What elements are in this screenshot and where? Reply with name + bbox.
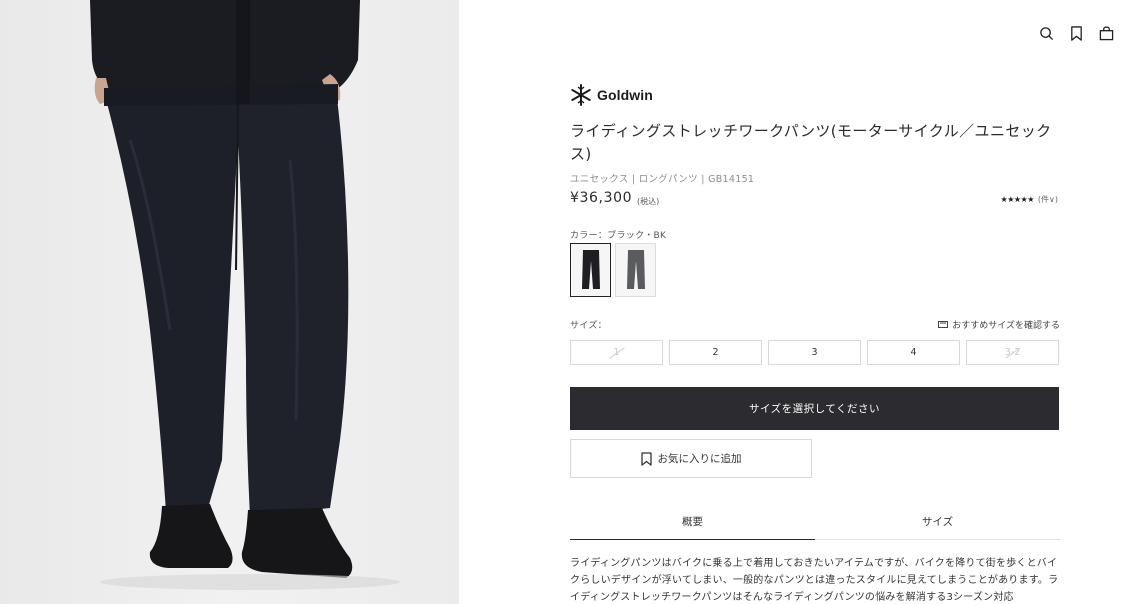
size-option-3-2[interactable]: 3-2: [966, 340, 1059, 365]
header-icons: [1037, 24, 1115, 42]
brand-name: Goldwin: [597, 87, 653, 103]
ruler-icon: [938, 321, 949, 328]
shopping-bag-icon[interactable]: [1097, 24, 1115, 42]
rating-count: (件∨): [1037, 195, 1058, 204]
size-options: 1 2 3 4 3-2: [570, 340, 1059, 365]
product-meta: ユニセックス | ロングパンツ | GB14151: [570, 174, 755, 185]
product-description: ライディングパンツはバイクに乗る上で着用しておきたいアイテムですが、バイクを降り…: [570, 558, 1059, 603]
snowflake-logo-icon: [571, 84, 591, 106]
brand-logo[interactable]: Goldwin: [570, 84, 653, 106]
favorite-label: お気に入りに追加: [657, 453, 742, 465]
color-swatch-black[interactable]: [570, 243, 611, 297]
product-title: ライディングストレッチワークパンツ(モーターサイクル／ユニセックス): [570, 122, 1052, 163]
size-guide-label: おすすめサイズを確認する: [952, 321, 1060, 331]
price-row: ¥36,300 (税込) ★★★★★ (件∨): [570, 190, 1060, 210]
color-swatch-gray[interactable]: [615, 243, 656, 297]
size-guide-link[interactable]: おすすめサイズを確認する: [938, 318, 1060, 331]
color-label: カラー：ブラック・BK: [570, 231, 667, 241]
add-to-cart-button[interactable]: サイズを選択してください: [570, 387, 1059, 430]
size-option-3[interactable]: 3: [768, 340, 861, 365]
info-tabs: 概要 サイズ: [570, 504, 1060, 540]
color-swatches: [570, 243, 656, 297]
bookmark-icon: [640, 451, 652, 466]
search-icon[interactable]: [1037, 24, 1055, 42]
product-price: ¥36,300: [570, 190, 633, 206]
tab-overview[interactable]: 概要: [570, 504, 815, 540]
size-option-1[interactable]: 1: [570, 340, 663, 365]
pants-thumbnail-icon: [626, 250, 645, 289]
pants-thumbnail-icon: [581, 250, 600, 289]
rating[interactable]: ★★★★★ (件∨): [1001, 194, 1058, 205]
size-label: サイズ：: [570, 321, 607, 331]
product-photo[interactable]: [0, 0, 459, 604]
tab-size[interactable]: サイズ: [815, 504, 1060, 539]
bookmark-icon[interactable]: [1067, 24, 1085, 42]
size-option-4[interactable]: 4: [867, 340, 960, 365]
size-option-2[interactable]: 2: [669, 340, 762, 365]
tax-note: (税込): [637, 197, 660, 206]
add-to-favorites-button[interactable]: お気に入りに追加: [570, 439, 812, 478]
rating-stars: ★★★★★: [1000, 195, 1035, 204]
product-photo-illustration: [90, 0, 400, 590]
